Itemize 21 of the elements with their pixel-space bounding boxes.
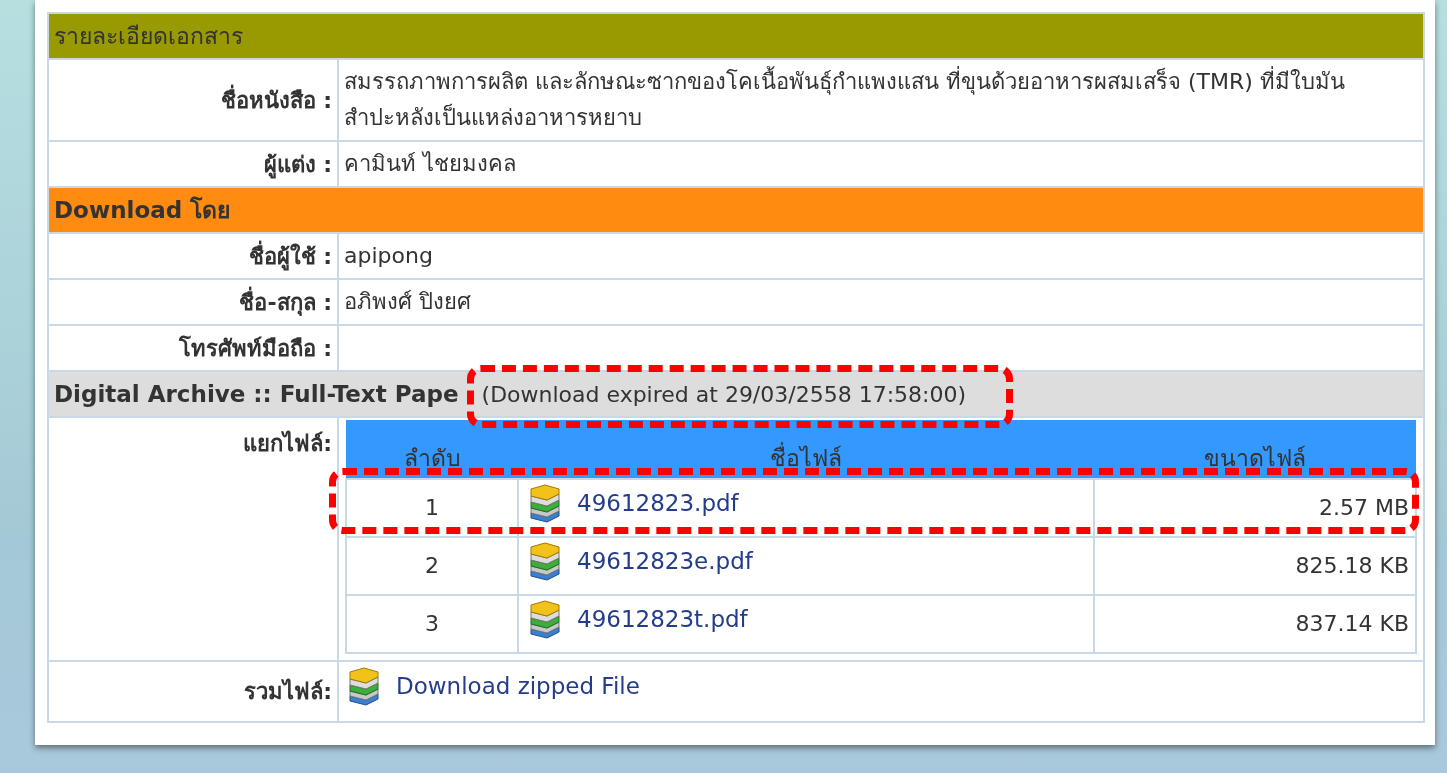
table-cell: 2.57 MB [1318,495,1409,520]
download-link[interactable]: Download zipped File [396,668,640,704]
file-link[interactable]: 49612823e.pdf [577,542,753,579]
section-title: Download โดย [54,197,231,223]
field-label: ชื่อหนังสือ : [48,59,338,141]
table-cell: 1 [425,495,439,520]
section-title: รายละเอียดเอกสาร [54,23,243,49]
field-value: อภิพงศ์ ปิงยศ [338,279,1424,325]
file-link[interactable]: 49612823.pdf [577,484,739,521]
table-cell: 825.18 KB [1295,553,1409,578]
field-value: สมรรถภาพการผลิต และลักษณะซากของโคเนื้อพันธุ์กำแพงแสน ที่ขุนด้วยอาหารผสมเสร็จ (TMR) ที่มีใบมันสำปะหลังเป็นแหล่งอาหารหยาบ [338,59,1424,141]
field-value: apipong [338,233,1424,279]
file-link[interactable]: 49612823t.pdf [577,600,748,637]
table-cell: 837.14 KB [1295,611,1409,636]
field-label: ชื่อ-สกุล : [48,279,338,325]
field-label: แยกไฟล์: [48,417,338,661]
table-cell: 3 [425,611,439,636]
table-cell: 2 [425,553,439,578]
section-title: Digital Archive :: Full-Text Pape [54,381,459,407]
field-label: ชื่อผู้ใช้ : [48,233,338,279]
field-label: รวมไฟล์: [48,661,338,722]
